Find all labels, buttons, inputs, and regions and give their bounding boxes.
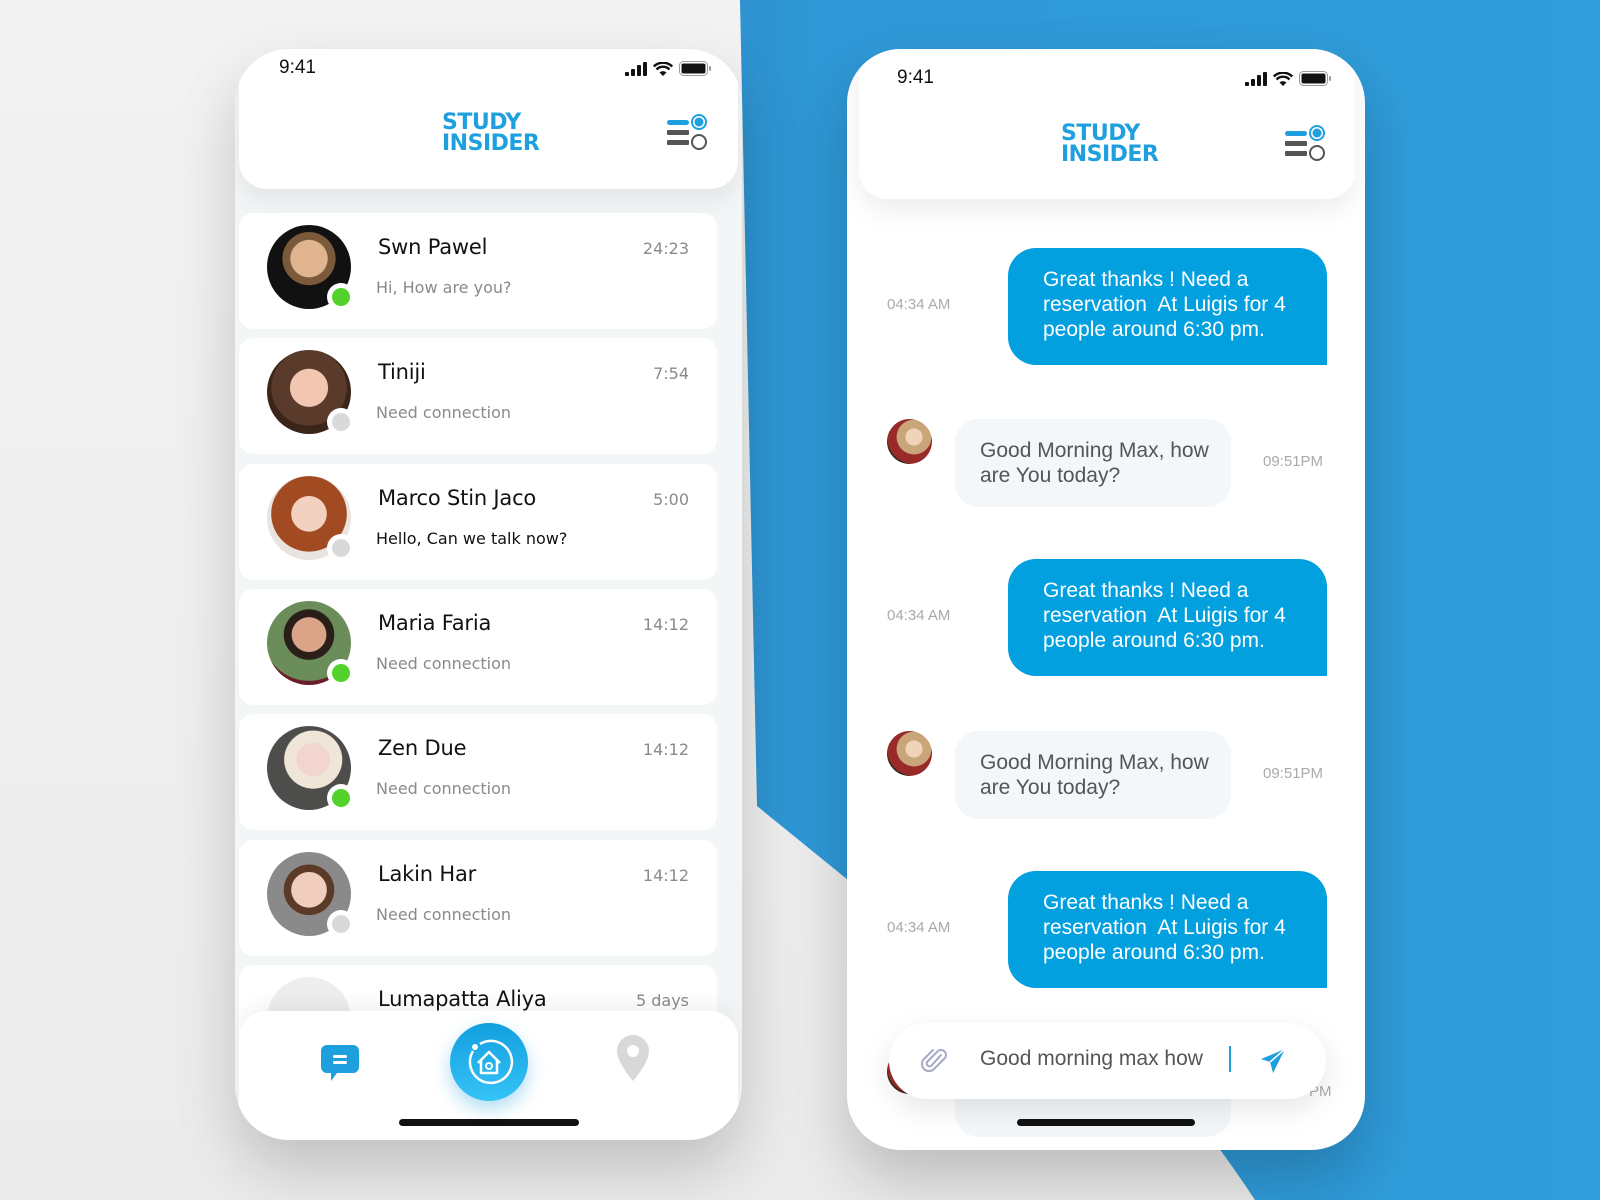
text-caret xyxy=(1229,1046,1231,1072)
contact-list-item[interactable]: Marco Stin Jaco 5:00 Hello, Can we talk no… xyxy=(239,464,717,580)
logo-line-1: STUDY xyxy=(442,110,521,135)
contact-name: Maria Faria xyxy=(378,611,492,635)
contact-time: 5 days xyxy=(635,991,689,1010)
contact-list-item[interactable]: Zen Due 14:12 Need connection xyxy=(239,714,717,830)
logo-line-2: INSIDER xyxy=(442,131,540,156)
message-composer xyxy=(889,1023,1326,1099)
message-timestamp: 04:34 AM xyxy=(887,919,951,936)
message-text-line: Good Morning Max, how xyxy=(980,751,1209,774)
signal-icon xyxy=(625,61,647,76)
contact-list-item[interactable]: Tiniji 7:54 Need connection xyxy=(239,338,717,454)
message-input[interactable] xyxy=(980,1047,1235,1071)
contact-name: Zen Due xyxy=(378,736,467,760)
online-status-dot xyxy=(327,283,355,311)
contact-name: Lakin Har xyxy=(378,862,477,886)
app-logo: STUDY INSIDER xyxy=(1061,121,1159,167)
signal-icon xyxy=(1245,71,1267,86)
contact-time: 24:23 xyxy=(642,239,689,258)
contact-last-message: Need connection xyxy=(376,905,512,924)
offline-status-dot xyxy=(327,910,355,938)
tab-location[interactable] xyxy=(616,1035,650,1085)
contacts-phone: 9:41 STUDY INSIDER Swn Pawel 24:23 Hi, How… xyxy=(235,49,742,1140)
incoming-message-bubble[interactable]: Good Morning Max, how are You today? xyxy=(955,731,1231,819)
tab-home[interactable] xyxy=(450,1023,528,1101)
status-icons xyxy=(625,61,711,76)
message-text-line: Great thanks ! Need a xyxy=(1043,579,1249,602)
menu-toggle-icon[interactable] xyxy=(1285,124,1327,164)
message-text-line: people around 6:30 pm. xyxy=(1043,629,1265,652)
contact-last-message: Hello, Can we talk now? xyxy=(376,529,568,548)
contact-time: 7:54 xyxy=(653,364,689,383)
home-indicator xyxy=(1017,1119,1195,1126)
chat-bubble-icon xyxy=(321,1045,359,1081)
location-pin-icon xyxy=(617,1035,649,1081)
battery-icon xyxy=(1299,71,1331,86)
contact-time: 14:12 xyxy=(642,866,689,885)
online-status-dot xyxy=(327,784,355,812)
bottom-tab-bar xyxy=(239,1011,738,1140)
paperclip-icon[interactable] xyxy=(921,1047,949,1075)
wifi-icon xyxy=(1273,71,1293,86)
message-timestamp: 04:34 AM xyxy=(887,607,951,624)
app-logo: STUDY INSIDER xyxy=(442,110,540,156)
message-text-line: people around 6:30 pm. xyxy=(1043,318,1265,341)
battery-icon xyxy=(679,61,711,76)
message-timestamp: 09:51PM xyxy=(1263,453,1324,470)
contact-time: 14:12 xyxy=(642,740,689,759)
sender-avatar xyxy=(887,731,932,776)
message-text-line: Great thanks ! Need a xyxy=(1043,268,1249,291)
offline-status-dot xyxy=(327,534,355,562)
logo-line-1: STUDY xyxy=(1061,121,1140,146)
outgoing-message-bubble[interactable]: Great thanks ! Need a reservation At Luig… xyxy=(1008,871,1327,988)
contact-last-message: Need connection xyxy=(376,654,512,673)
message-text-line: reservation At Luigis for 4 xyxy=(1043,916,1286,939)
contact-name: Marco Stin Jaco xyxy=(378,486,537,510)
tab-chats[interactable] xyxy=(319,1041,365,1087)
contact-list-item[interactable]: Lakin Har 14:12 Need connection xyxy=(239,840,717,956)
status-time: 9:41 xyxy=(279,57,316,78)
message-text-line: are You today? xyxy=(980,464,1121,487)
message-text-line: reservation At Luigis for 4 xyxy=(1043,293,1286,316)
message-timestamp: 09:51PM xyxy=(1263,765,1324,782)
message-text-line: people around 6:30 pm. xyxy=(1043,941,1265,964)
home-icon xyxy=(468,1039,514,1085)
contact-last-message: Hi, How are you? xyxy=(376,278,512,297)
status-icons xyxy=(1245,71,1331,86)
logo-line-2: INSIDER xyxy=(1061,142,1159,167)
message-text-line: Good Morning Max, how xyxy=(980,439,1209,462)
contact-last-message: Need connection xyxy=(376,779,512,798)
online-status-dot xyxy=(327,659,355,687)
outgoing-message-bubble[interactable]: Great thanks ! Need a reservation At Luig… xyxy=(1008,559,1327,676)
home-indicator xyxy=(399,1119,579,1126)
contact-list-item[interactable]: Swn Pawel 24:23 Hi, How are you? xyxy=(239,213,717,329)
message-text-line: are You today? xyxy=(980,776,1121,799)
message-text-line: reservation At Luigis for 4 xyxy=(1043,604,1286,627)
contact-time: 14:12 xyxy=(642,615,689,634)
contact-list-item[interactable]: Maria Faria 14:12 Need connection xyxy=(239,589,717,705)
sender-avatar xyxy=(887,419,932,464)
menu-toggle-icon[interactable] xyxy=(667,113,709,153)
status-time: 9:41 xyxy=(897,67,934,88)
send-icon[interactable] xyxy=(1259,1047,1287,1075)
message-text-line: Great thanks ! Need a xyxy=(1043,891,1249,914)
contact-name: Swn Pawel xyxy=(378,235,488,259)
contact-name: Lumapatta Aliya xyxy=(378,987,547,1011)
incoming-message-bubble[interactable]: Good Morning Max, how are You today? xyxy=(955,419,1231,507)
contact-name: Tiniji xyxy=(378,360,426,384)
contact-time: 5:00 xyxy=(653,490,689,509)
wifi-icon xyxy=(653,61,673,76)
offline-status-dot xyxy=(327,408,355,436)
contact-last-message: Need connection xyxy=(376,403,512,422)
message-timestamp: 04:34 AM xyxy=(887,296,951,313)
outgoing-message-bubble[interactable]: Great thanks ! Need a reservation At Luig… xyxy=(1008,248,1327,365)
chat-phone: 9:41 STUDY INSIDER Great thanks ! Need a… xyxy=(847,49,1365,1150)
